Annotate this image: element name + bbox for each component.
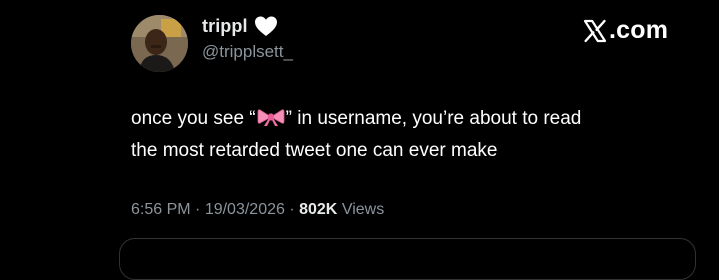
tweet-card: trippl @tripplsett_ .com once you see “ …: [0, 0, 719, 280]
tweet-text-line-1: once you see “ ” in username, you’re abo…: [131, 103, 691, 135]
avatar[interactable]: [131, 15, 188, 72]
tweet-text-suffix: ” in username, you’re about to read: [285, 108, 582, 129]
x-logo-icon: [583, 19, 607, 42]
logo-domain-text: .com: [609, 16, 669, 44]
tweet-date[interactable]: 19/03/2026: [205, 201, 285, 218]
tweet-meta: 6:56 PM · 19/03/2026 · 802K Views: [131, 201, 384, 219]
ribbon-bow-emoji-icon: [257, 109, 285, 126]
tweet-time[interactable]: 6:56 PM: [131, 201, 191, 218]
x-com-logo: .com: [583, 16, 668, 45]
quoted-or-reply-box[interactable]: [119, 238, 696, 280]
tweet-text-prefix: once you see “: [131, 108, 256, 129]
username[interactable]: @tripplsett_: [202, 42, 293, 62]
views-count: 802K: [299, 201, 338, 218]
views-label: Views: [341, 201, 385, 218]
white-heart-icon: [254, 16, 277, 36]
display-name[interactable]: trippl: [202, 16, 248, 37]
tweet-text: once you see “ ” in username, you’re abo…: [131, 103, 691, 167]
author-name-row: trippl: [202, 15, 278, 37]
meta-separator: ·: [190, 201, 205, 218]
tweet-text-line-2: the most retarded tweet one can ever mak…: [131, 140, 498, 161]
meta-separator: ·: [284, 201, 300, 218]
